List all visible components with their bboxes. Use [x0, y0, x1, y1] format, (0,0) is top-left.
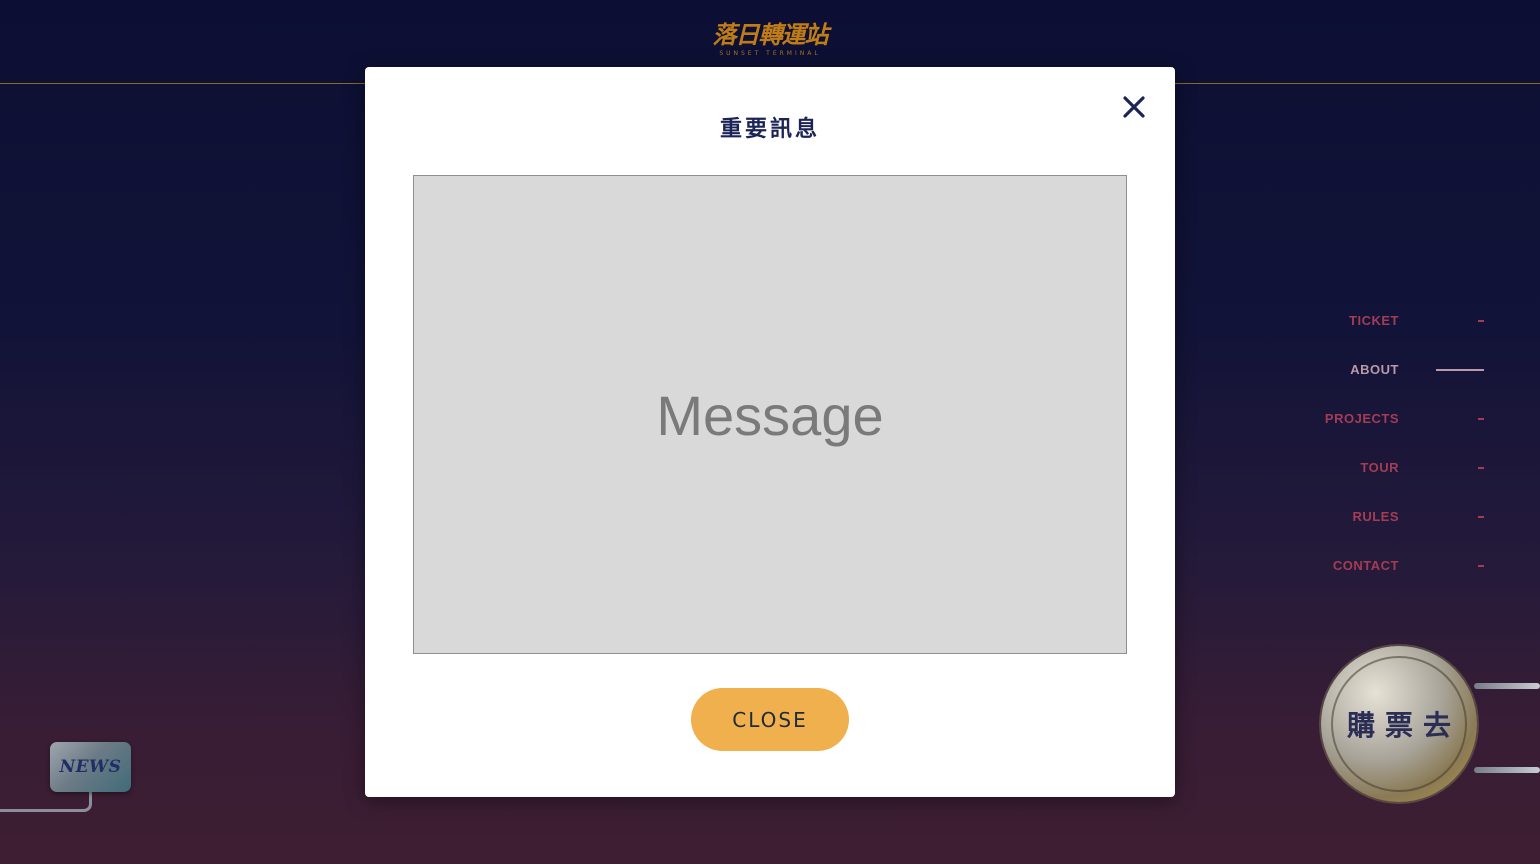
modal-title: 重要訊息: [719, 117, 820, 142]
modal-overlay[interactable]: 重要訊息 Message CLOSE: [0, 0, 1540, 864]
message-placeholder-text: Message: [656, 384, 884, 447]
important-message-dialog: 重要訊息 Message CLOSE: [365, 67, 1175, 797]
message-image-placeholder: Message: [413, 175, 1127, 654]
close-button[interactable]: CLOSE: [691, 688, 849, 751]
close-icon[interactable]: [1122, 95, 1146, 119]
